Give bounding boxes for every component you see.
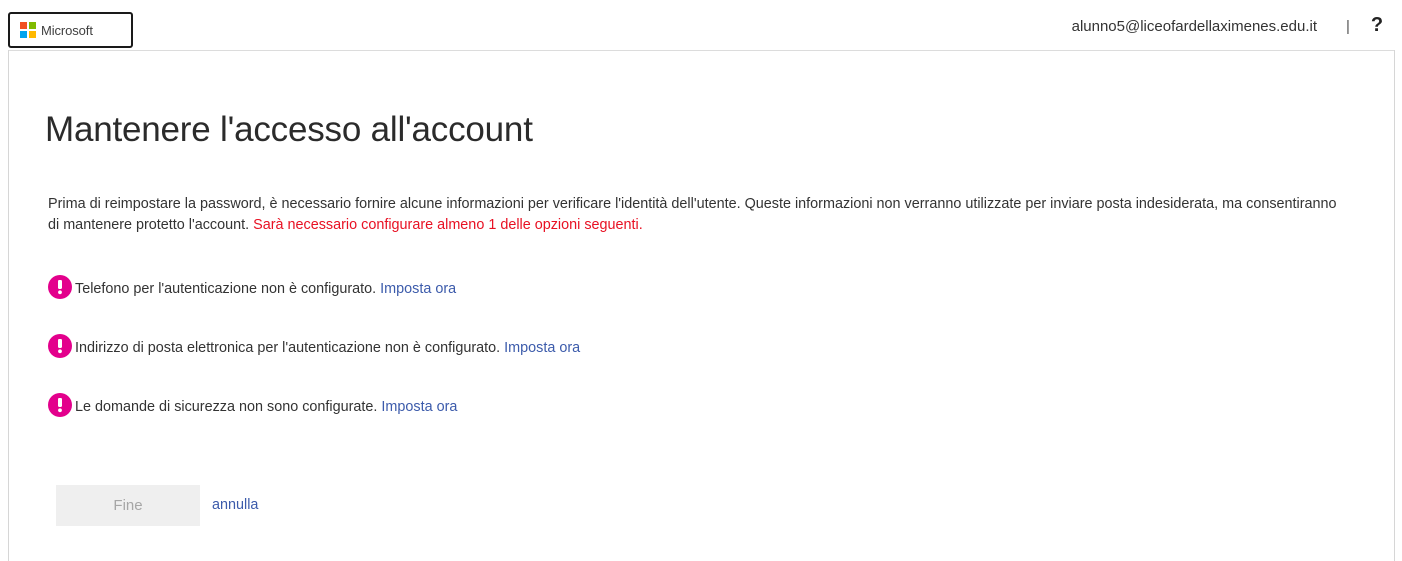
right-border bbox=[1394, 50, 1395, 561]
intro-paragraph: Prima di reimpostare la password, è nece… bbox=[48, 194, 1348, 236]
page-title: Mantenere l'accesso all'account bbox=[45, 110, 533, 149]
auth-email-item: Indirizzo di posta elettronica per l'aut… bbox=[48, 334, 580, 360]
intro-warning: Sarà necessario configurare almeno 1 del… bbox=[253, 217, 643, 233]
header: Microsoft alunno5@liceofardellaximenes.e… bbox=[0, 0, 1402, 50]
auth-phone-text: Telefono per l'autenticazione non è conf… bbox=[75, 281, 377, 297]
setup-phone-link[interactable]: Imposta ora bbox=[380, 281, 456, 297]
logo-text: Microsoft bbox=[41, 22, 93, 38]
exclamation-circle-icon bbox=[48, 393, 72, 417]
microsoft-logo[interactable]: Microsoft bbox=[8, 12, 133, 48]
intro-text: Prima di reimpostare la password, è nece… bbox=[48, 196, 1337, 233]
microsoft-squares-icon bbox=[20, 22, 36, 38]
user-email: alunno5@liceofardellaximenes.edu.it bbox=[1071, 18, 1317, 35]
finish-button[interactable]: Fine bbox=[56, 485, 200, 526]
help-button[interactable]: ? bbox=[1370, 14, 1384, 37]
header-separator: | bbox=[1346, 18, 1350, 35]
left-border bbox=[8, 50, 9, 561]
setup-questions-link[interactable]: Imposta ora bbox=[381, 399, 457, 415]
auth-phone-item: Telefono per l'autenticazione non è conf… bbox=[48, 275, 456, 301]
exclamation-circle-icon bbox=[48, 275, 72, 299]
page: Microsoft alunno5@liceofardellaximenes.e… bbox=[0, 0, 1402, 561]
security-questions-text: Le domande di sicurezza non sono configu… bbox=[75, 399, 378, 415]
header-divider bbox=[8, 50, 1395, 51]
exclamation-circle-icon bbox=[48, 334, 72, 358]
setup-email-link[interactable]: Imposta ora bbox=[504, 340, 580, 356]
cancel-link[interactable]: annulla bbox=[212, 497, 258, 513]
security-questions-item: Le domande di sicurezza non sono configu… bbox=[48, 393, 457, 419]
auth-email-text: Indirizzo di posta elettronica per l'aut… bbox=[75, 340, 501, 356]
